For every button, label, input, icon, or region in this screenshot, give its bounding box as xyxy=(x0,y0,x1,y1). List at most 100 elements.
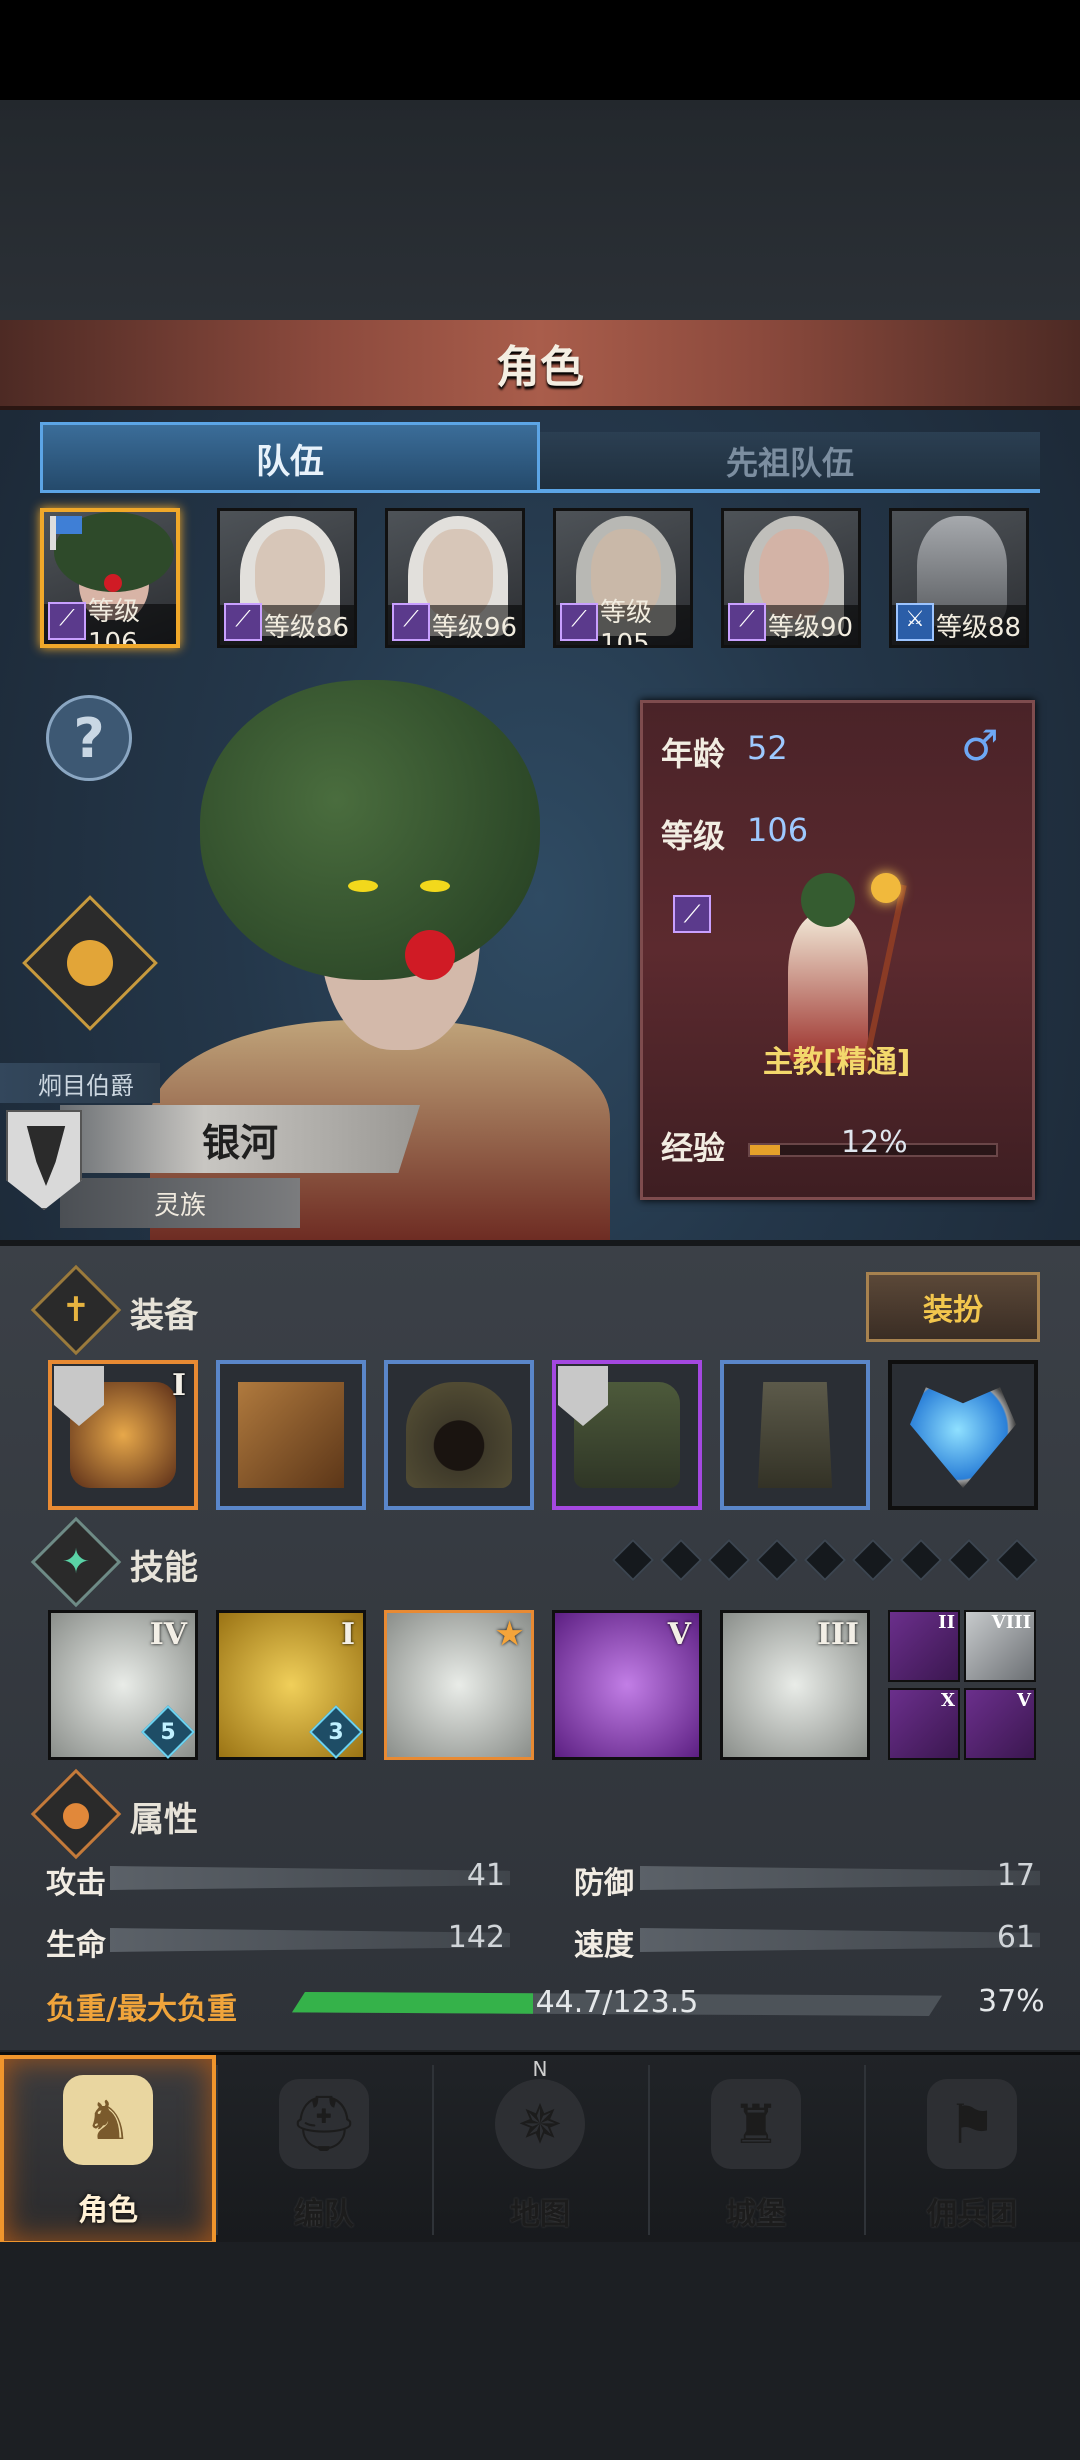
wand-icon: ⟋ xyxy=(224,603,262,641)
load-value: 44.7/123.5 xyxy=(535,1985,699,2020)
tier-label: V xyxy=(667,1617,691,1652)
level-text: 等级96 xyxy=(432,612,518,643)
skill-count-text: 5 xyxy=(160,1719,176,1745)
wand-icon: ⟋ xyxy=(560,603,598,641)
equipment-title: 装备 xyxy=(130,1296,198,1336)
skill-slot-2[interactable]: I 3 xyxy=(216,1610,366,1760)
nav-map[interactable]: N ✵ 地图 xyxy=(432,2055,648,2245)
compass-icon: ✵ xyxy=(495,2079,585,2169)
party-member-4[interactable]: 等级105 ⟋ xyxy=(553,508,693,648)
level-text: 等级90 xyxy=(768,612,854,643)
bottom-empty-area xyxy=(0,2242,1080,2460)
staff-orb xyxy=(871,873,901,903)
level-text: 等级105 xyxy=(600,597,653,648)
speed-label: 速度 xyxy=(574,1928,634,1963)
skill-count-text: 3 xyxy=(328,1719,344,1745)
character-race: 灵族 xyxy=(60,1178,300,1228)
castle-icon: ♜ xyxy=(711,2079,801,2169)
tier-label: I xyxy=(340,1617,355,1652)
tier-label: I xyxy=(171,1368,186,1403)
bottom-navigation: ♞ 角色 ⛑ 编队 N ✵ 地图 ♜ 城堡 ⚑ 佣兵团 xyxy=(0,2052,1080,2245)
hero-eye-left xyxy=(348,880,378,892)
nav-label: 编队 xyxy=(294,2197,354,2232)
nav-castle[interactable]: ♜ 城堡 xyxy=(648,2055,864,2245)
tier-label: V xyxy=(1017,1690,1031,1711)
knight-icon: ♞ xyxy=(63,2075,153,2165)
skills-title: 技能 xyxy=(130,1548,198,1588)
star-glyph: ✦ xyxy=(61,1542,91,1582)
nav-mercenary[interactable]: ⚑ 佣兵团 xyxy=(864,2055,1080,2245)
party-member-6[interactable]: 等级88 ⚔ xyxy=(889,508,1029,648)
equip-slot-staff[interactable]: I xyxy=(48,1360,198,1510)
party-member-3[interactable]: 等级96 ⟋ xyxy=(385,508,525,648)
equip-slot-amulet[interactable] xyxy=(888,1360,1038,1510)
wand-icon: ⟋ xyxy=(48,602,86,640)
flag-icon xyxy=(56,516,82,534)
attack-value: 41 xyxy=(466,1858,505,1893)
mini-skill-1[interactable]: II xyxy=(888,1610,960,1682)
level-label: 等级 xyxy=(661,817,726,855)
party-member-2[interactable]: 等级86 ⟋ xyxy=(217,508,357,648)
skill-slot-5[interactable]: III xyxy=(720,1610,870,1760)
character-info-panel: 年龄 52 ♂ 等级 106 ⟋ 主教[精通] 经验 12% xyxy=(640,700,1035,1200)
nav-label: 城堡 xyxy=(726,2197,786,2232)
north-marker: N xyxy=(532,2057,548,2081)
nav-formation[interactable]: ⛑ 编队 xyxy=(216,2055,432,2245)
level-text: 等级106 xyxy=(88,596,141,648)
skill-count-badge: 3 xyxy=(309,1705,363,1759)
party-member-1[interactable]: 等级106 ⟋ xyxy=(40,508,180,648)
equip-slot-hood[interactable] xyxy=(384,1360,534,1510)
mercenary-icon: ⚑ xyxy=(927,2079,1017,2169)
character-name[interactable]: 银河 xyxy=(60,1105,420,1173)
equip-slot-book[interactable] xyxy=(216,1360,366,1510)
tier-label: IV xyxy=(149,1617,187,1652)
age-value: 52 xyxy=(747,729,788,767)
hero-hair-art xyxy=(200,680,540,980)
nav-label: 角色 xyxy=(78,2193,138,2228)
nav-label: 佣兵团 xyxy=(927,2197,1017,2232)
skill-slot-1[interactable]: IV 5 xyxy=(48,1610,198,1760)
wand-icon: ⟋ xyxy=(392,603,430,641)
load-percent: 37% xyxy=(978,1984,1045,2019)
boots-icon xyxy=(757,1382,833,1488)
tier-label: II xyxy=(938,1612,955,1633)
mini-skill-4[interactable]: V xyxy=(964,1688,1036,1760)
tier-label: VIII xyxy=(991,1612,1031,1633)
tab-party[interactable]: 队伍 xyxy=(40,422,540,492)
exp-label: 经验 xyxy=(661,1129,726,1167)
male-icon: ♂ xyxy=(961,721,999,770)
clown-nose xyxy=(104,574,122,592)
mini-skill-2[interactable]: VIII xyxy=(964,1610,1036,1682)
help-icon[interactable]: ? xyxy=(46,695,132,781)
defense-value: 17 xyxy=(996,1858,1035,1893)
heart-amulet-icon xyxy=(910,1387,1016,1488)
skill-slot-4[interactable]: V xyxy=(552,1610,702,1760)
level-text: 等级86 xyxy=(264,612,350,643)
load-label: 负重/最大负重 xyxy=(46,1992,237,2027)
skill-slot-3[interactable]: ★ xyxy=(384,1610,534,1760)
character-title: 炯目伯爵 xyxy=(0,1063,160,1103)
attributes-title: 属性 xyxy=(130,1800,198,1840)
level-text: 等级88 xyxy=(936,612,1022,643)
sword-icon: ⚔ xyxy=(896,603,934,641)
dress-up-button[interactable]: 装扮 xyxy=(866,1272,1040,1342)
crest-emblem xyxy=(26,1126,66,1186)
party-member-5[interactable]: 等级90 ⟋ xyxy=(721,508,861,648)
person-glyph: ● xyxy=(61,1794,91,1834)
helmet-icon: ⛑ xyxy=(279,2079,369,2169)
nav-character[interactable]: ♞ 角色 xyxy=(0,2055,216,2245)
tier-label: III xyxy=(816,1617,859,1652)
health-value: 142 xyxy=(447,1920,505,1955)
tab-ancestor-party[interactable]: 先祖队伍 xyxy=(540,432,1040,492)
hero-nose-art xyxy=(405,930,455,980)
speed-value: 61 xyxy=(996,1920,1035,1955)
mini-skill-3[interactable]: X xyxy=(888,1688,960,1760)
status-bar xyxy=(0,0,1080,100)
skill-count-badge: 5 xyxy=(141,1705,195,1759)
top-empty-area xyxy=(0,100,1080,320)
equip-slot-boots[interactable] xyxy=(720,1360,870,1510)
equip-slot-robe[interactable] xyxy=(552,1360,702,1510)
hero-eye-right xyxy=(420,880,450,892)
book-icon xyxy=(238,1382,344,1488)
exp-percent: 12% xyxy=(841,1125,908,1160)
